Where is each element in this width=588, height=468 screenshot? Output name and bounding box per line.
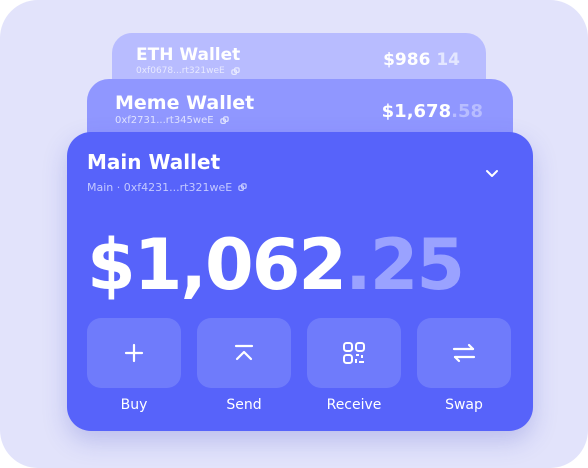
wallet-amount: $1,678.58 [382,101,483,122]
main-wallet-card: Main Wallet Main · 0xf4231...rt321weE $1… [67,132,533,431]
swap-arrows-icon [452,343,476,363]
balance-whole: $1,062 [87,224,347,306]
receive-button-tile[interactable] [307,318,401,388]
swap-button-tile[interactable] [417,318,511,388]
main-wallet-address-row: Main · 0xf4231...rt321weE [87,181,247,194]
wallet-name: ETH Wallet [136,45,241,65]
wallet-name: Meme Wallet [115,92,255,114]
buy-button[interactable]: Buy [87,318,181,413]
copy-link-icon[interactable] [238,183,247,192]
buy-label: Buy [120,397,148,413]
send-label: Send [226,397,262,413]
wallet-address: 0xf0678...rt321weE [136,66,225,76]
balance-cents: .25 [345,224,465,306]
swap-button[interactable]: Swap [417,318,511,413]
wallet-widget: ETH Wallet 0xf0678...rt321weE $986 14 Me… [0,0,588,468]
action-bar: Buy Send Receive Swap [87,318,511,413]
main-wallet-name: Main Wallet [87,150,221,174]
send-up-icon [234,344,254,361]
copy-link-icon[interactable] [230,66,240,76]
plus-icon [124,343,144,363]
main-balance: $1,062.25 [87,230,465,300]
wallet-address-row: 0xf0678...rt321weE [136,66,240,76]
send-button-tile[interactable] [197,318,291,388]
wallet-amount-whole: $986 [383,50,431,70]
wallet-amount-cents: .58 [451,101,483,122]
chevron-down-icon[interactable] [485,168,499,178]
wallet-address-row: 0xf2731...rt345weE [115,115,229,126]
wallet-amount-cents: 14 [436,50,460,70]
receive-label: Receive [326,397,382,413]
wallet-amount: $986 14 [383,50,460,70]
wallet-amount-whole: $1,678 [381,101,452,122]
buy-button-tile[interactable] [87,318,181,388]
send-button[interactable]: Send [197,318,291,413]
qr-code-icon [343,342,365,364]
wallet-address: 0xf2731...rt345weE [115,115,214,126]
copy-link-icon[interactable] [219,116,229,125]
main-wallet-address: Main · 0xf4231...rt321weE [87,181,233,194]
receive-button[interactable]: Receive [307,318,401,413]
swap-label: Swap [445,397,483,413]
